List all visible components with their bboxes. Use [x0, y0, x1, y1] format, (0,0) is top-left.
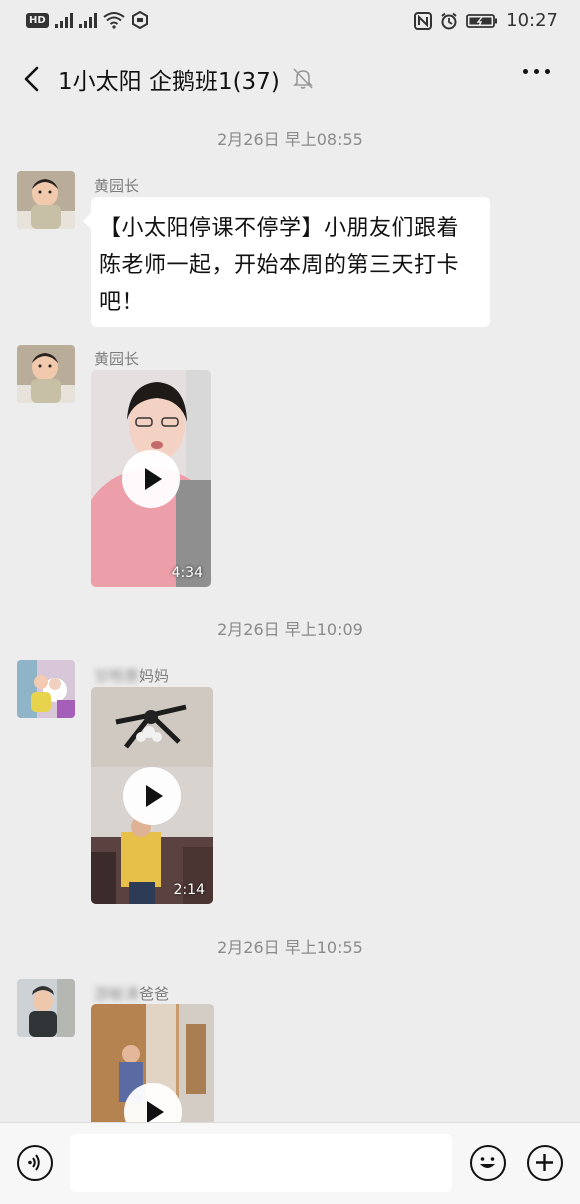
alarm-icon: [441, 12, 457, 29]
avatar[interactable]: [17, 345, 75, 403]
wifi-icon: [103, 12, 125, 29]
voice-icon[interactable]: [17, 1145, 53, 1181]
play-icon[interactable]: [122, 449, 180, 508]
message-input[interactable]: [70, 1134, 452, 1192]
message-timestamp: 2月26日 早上10:09: [217, 620, 363, 639]
battery-icon: [466, 13, 498, 28]
message-timestamp: 2月26日 早上10:55: [217, 938, 363, 957]
back-arrow-icon[interactable]: [18, 64, 48, 94]
signal-4g-icon: [78, 12, 97, 28]
signal-4g-icon: [54, 12, 73, 28]
sender-name: 黄园长: [94, 177, 140, 195]
video-duration: 2:14: [173, 882, 205, 898]
sender-name: 甘畅惠妈妈: [94, 665, 169, 686]
emoji-icon[interactable]: [470, 1145, 506, 1181]
sender-name: 黄园长: [94, 350, 140, 368]
sender-name-suffix: 爸爸: [139, 985, 170, 1003]
video-message[interactable]: [91, 1004, 214, 1122]
video-duration: 4:34: [171, 565, 203, 581]
text-message-bubble[interactable]: 【小太阳停课不停学】小朋友们跟着陈老师一起，开始本周的第三天打卡吧！: [83, 197, 490, 327]
sender-name: 游敏湧爸爸: [94, 983, 169, 1004]
plus-icon[interactable]: [527, 1145, 563, 1181]
status-bar: HD 10:27: [0, 0, 580, 44]
chat-title: 1小太阳 企鹅班1(37): [58, 69, 280, 95]
avatar[interactable]: [17, 979, 75, 1037]
video-message[interactable]: 2:14: [91, 687, 213, 904]
hotspot-icon: [131, 11, 148, 29]
message-text: 【小太阳停课不停学】小朋友们跟着陈老师一起，开始本周的第三天打卡吧！: [99, 216, 460, 315]
message-timestamp: 2月26日 早上08:55: [217, 130, 363, 149]
input-bar: [0, 1122, 580, 1204]
sender-name-suffix: 妈妈: [139, 667, 170, 685]
play-icon[interactable]: [123, 766, 181, 825]
mute-bell-icon: [293, 68, 313, 89]
sender-name-blurred: 游敏湧: [94, 985, 140, 1003]
clock-time: 10:27: [506, 10, 558, 31]
chat-header: 1小太阳 企鹅班1(37): [0, 44, 580, 114]
nfc-icon: [414, 11, 433, 30]
hd-icon: HD: [26, 12, 49, 28]
more-options-button[interactable]: [523, 69, 550, 74]
video-message[interactable]: 4:34: [91, 370, 211, 587]
avatar[interactable]: [17, 660, 75, 718]
avatar[interactable]: [17, 171, 75, 229]
sender-name-blurred: 甘畅惠: [94, 667, 140, 685]
